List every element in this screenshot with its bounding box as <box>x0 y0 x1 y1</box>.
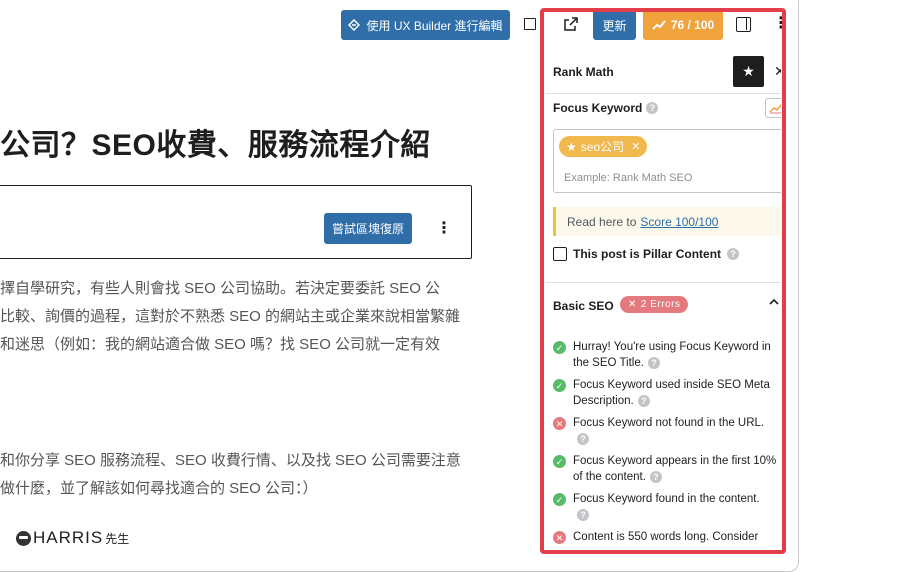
help-icon[interactable]: ? <box>647 356 660 369</box>
check-item: ✓ Hurray! You're using Focus Keyword in … <box>553 339 781 371</box>
basic-seo-heading[interactable]: Basic SEO <box>553 299 614 313</box>
paragraph-line: 和迷思（例如：我的網站適合做 SEO 嗎？找 SEO 公司就一定有效 <box>0 336 441 353</box>
update-label: 更新 <box>602 18 627 33</box>
help-icon[interactable]: ? <box>649 470 662 483</box>
chevron-up-icon[interactable] <box>769 297 779 307</box>
remove-keyword-icon[interactable]: ✕ <box>631 140 640 153</box>
editor-toolbar: 使用 UX Builder 進行編輯 更新 76 / 100 ⋮ <box>0 0 798 50</box>
attempt-block-recovery-button[interactable]: 嘗試區塊復原 <box>324 213 412 244</box>
ux-builder-icon <box>348 19 361 31</box>
help-icon[interactable]: ? <box>727 248 740 260</box>
check-fail-icon: ✕ <box>553 417 566 430</box>
ux-builder-label: 使用 UX Builder 進行編輯 <box>366 18 503 33</box>
help-icon[interactable]: ? <box>646 102 659 114</box>
check-text: Content is 550 words long. Consider <box>573 531 759 543</box>
logo-suffix: 先生 <box>105 531 130 546</box>
restore-label: 嘗試區塊復原 <box>331 222 404 236</box>
harris-logo: HARRIS 先生 <box>16 528 129 548</box>
error-x-icon: ✕ <box>628 299 637 310</box>
logo-text: HARRIS <box>33 528 104 547</box>
check-pass-icon: ✓ <box>553 379 566 392</box>
keyword-placeholder: Example: Rank Math SEO <box>564 172 693 184</box>
check-item: ✕ Content is 550 words long. Consider <box>553 529 781 545</box>
check-pass-icon: ✓ <box>553 341 566 354</box>
external-link-icon[interactable] <box>563 16 579 32</box>
check-pass-icon: ✓ <box>553 455 566 468</box>
seo-checklist: ✓ Hurray! You're using Focus Keyword in … <box>553 339 781 551</box>
post-title[interactable]: 公司？SEO收費、服務流程介紹 <box>0 120 431 164</box>
keyword-tag-label: seo公司 <box>580 140 625 154</box>
check-text: Hurray! You're using Focus Keyword in th… <box>573 341 771 369</box>
check-item: ✓ Focus Keyword used inside SEO Meta Des… <box>553 377 781 409</box>
pillar-content-option[interactable]: This post is Pillar Content ? <box>553 247 740 261</box>
more-options-icon[interactable]: ⋮ <box>773 14 789 34</box>
check-item: ✓ Focus Keyword appears in the first 10%… <box>553 453 781 485</box>
help-icon[interactable]: ? <box>577 508 589 521</box>
check-text: Focus Keyword not found in the URL. <box>573 417 765 429</box>
check-text: Focus Keyword used inside SEO Meta Descr… <box>573 379 770 407</box>
rank-math-logo-icon <box>652 20 666 30</box>
sidebar-header: Rank Math ★ ✕ <box>545 50 781 94</box>
pillar-content-label: This post is Pillar Content <box>573 247 722 261</box>
check-text: Focus Keyword found in the content. <box>573 493 760 505</box>
harris-face-icon <box>16 530 31 546</box>
trends-button[interactable] <box>765 98 781 118</box>
focus-keyword-label: Focus Keyword <box>553 101 643 115</box>
check-item: ✕ Focus Keyword not found in the URL.? <box>553 415 781 447</box>
check-fail-icon: ✕ <box>553 531 566 544</box>
score-100-link[interactable]: Score 100/100 <box>640 215 718 229</box>
focus-keyword-input[interactable]: ★ seo公司 ✕ Example: Rank Math SEO <box>553 129 781 193</box>
editor-window: 使用 UX Builder 進行編輯 更新 76 / 100 ⋮ 公司？SEO收… <box>0 0 799 572</box>
ux-builder-button[interactable]: 使用 UX Builder 進行編輯 <box>341 10 510 40</box>
block-more-options-icon[interactable]: ⋮ <box>436 218 452 238</box>
favorite-star-button[interactable]: ★ <box>733 56 764 87</box>
paragraph-line: 比較、詢價的過程，這對於不熟悉 SEO 的網站主或企業來說相當繁雜 <box>0 308 461 325</box>
rank-math-score-button[interactable]: 76 / 100 <box>643 10 723 40</box>
close-icon[interactable]: ✕ <box>774 63 781 80</box>
check-item: ✓ Focus Keyword found in the content.? <box>553 491 781 523</box>
paragraph-line: 做什麼，並了解該如何尋找適合的 SEO 公司：） <box>0 480 318 497</box>
update-button[interactable]: 更新 <box>593 10 636 40</box>
pillar-content-checkbox[interactable] <box>553 247 567 261</box>
score-label: 76 / 100 <box>670 18 715 32</box>
check-text: Focus Keyword appears in the first 10% o… <box>573 455 777 483</box>
check-pass-icon: ✓ <box>553 493 566 506</box>
paragraph-line: 和你分享 SEO 服務流程、SEO 收費行情、以及找 SEO 公司需要注意 <box>0 452 461 469</box>
read-here-text: Read here to <box>567 214 637 229</box>
help-icon[interactable]: ? <box>577 432 589 445</box>
paragraph-block[interactable]: 擇自學研究，有些人則會找 SEO 公司協助。若決定要委託 SEO 公 比較、詢價… <box>0 275 460 359</box>
sidebar-title: Rank Math <box>553 65 614 79</box>
focus-keyword-heading: Focus Keyword ? <box>553 101 659 115</box>
trend-chart-icon <box>769 104 781 114</box>
score-notice: Read here to Score 100/100 <box>553 207 781 236</box>
star-icon: ★ <box>742 63 755 79</box>
star-icon: ★ <box>566 139 577 154</box>
preview-icon[interactable] <box>524 18 536 30</box>
rank-math-sidebar: Rank Math ★ ✕ Focus Keyword ? ★ seo公司 ✕ … <box>545 50 781 552</box>
paragraph-block[interactable]: 和你分享 SEO 服務流程、SEO 收費行情、以及找 SEO 公司需要注意 做什… <box>0 447 461 503</box>
settings-panel-icon[interactable] <box>736 17 751 32</box>
errors-badge: ✕ 2 Errors <box>620 296 689 313</box>
divider <box>545 282 781 283</box>
keyword-tag[interactable]: ★ seo公司 ✕ <box>559 136 648 157</box>
help-icon[interactable]: ? <box>637 394 650 407</box>
errors-badge-label: 2 Errors <box>640 299 681 310</box>
paragraph-line: 擇自學研究，有些人則會找 SEO 公司協助。若決定要委託 SEO 公 <box>0 280 441 297</box>
